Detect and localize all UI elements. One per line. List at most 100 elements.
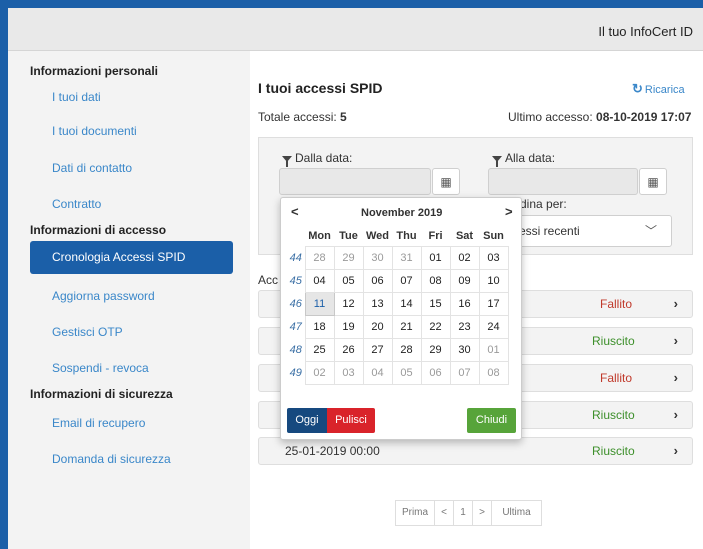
day-cell[interactable]: 06 [420, 360, 451, 385]
week-row: 48 25 26 27 28 29 30 01 [287, 337, 509, 362]
week-row: 49 02 03 04 05 06 07 08 [287, 360, 509, 385]
day-cell[interactable]: 01 [420, 245, 451, 270]
day-cell[interactable]: 22 [420, 314, 451, 339]
sidebar-item-domanda[interactable]: Domanda di sicurezza [52, 452, 171, 466]
sidebar-section-sicurezza: Informazioni di sicurezza [30, 387, 173, 401]
pager-page[interactable]: 1 [453, 500, 473, 526]
alla-data-label: Alla data: [492, 151, 555, 167]
day-cell[interactable]: 13 [362, 291, 393, 316]
day-cell[interactable]: 30 [362, 245, 393, 270]
day-cell[interactable]: 01 [478, 337, 509, 362]
day-cell[interactable]: 04 [304, 268, 335, 293]
day-cell[interactable]: 31 [391, 245, 422, 270]
chevron-right-icon: › [673, 370, 678, 385]
day-cell[interactable]: 05 [391, 360, 422, 385]
day-cell[interactable]: 17 [478, 291, 509, 316]
sidebar-item-email-recupero[interactable]: Email di recupero [52, 416, 145, 430]
day-cell[interactable]: 07 [449, 360, 480, 385]
day-cell[interactable]: 29 [420, 337, 451, 362]
app-header: Il tuo InfoCert ID [8, 8, 703, 51]
pager-next[interactable]: > [472, 500, 492, 526]
week-number: 48 [289, 343, 302, 356]
day-cell[interactable]: 26 [333, 337, 364, 362]
reload-button[interactable]: ↻ Ricarica [632, 81, 685, 97]
day-cell[interactable]: 20 [362, 314, 393, 339]
day-cell[interactable]: 25 [304, 337, 335, 362]
dalla-data-text: Dalla data: [295, 151, 353, 165]
datepicker-grid: Mon Tue Wed Thu Fri Sat Sun 44 28 29 30 … [287, 226, 509, 385]
day-cell[interactable]: 09 [449, 268, 480, 293]
top-accent-bar [0, 0, 703, 8]
datepicker-popup: < November 2019 > Mon Tue Wed Thu Fri Sa… [280, 197, 522, 440]
day-cell[interactable]: 19 [333, 314, 364, 339]
access-status: Riuscito [592, 444, 635, 458]
day-cell[interactable]: 23 [449, 314, 480, 339]
day-cell[interactable]: 18 [304, 314, 335, 339]
day-cell[interactable]: 15 [420, 291, 451, 316]
day-cell[interactable]: 04 [362, 360, 393, 385]
datepicker-prev-icon[interactable]: < [291, 204, 299, 219]
pager-first[interactable]: Prima [395, 500, 435, 526]
day-cell[interactable]: 08 [420, 268, 451, 293]
day-cell[interactable]: 02 [449, 245, 480, 270]
sidebar-item-sospendi[interactable]: Sospendi - revoca [52, 361, 149, 375]
day-cell[interactable]: 06 [362, 268, 393, 293]
day-cell[interactable]: 07 [391, 268, 422, 293]
ultimo-accesso: Ultimo accesso: 08-10-2019 17:07 [508, 110, 691, 124]
datepicker-title[interactable]: November 2019 [361, 207, 442, 219]
today-button[interactable]: Oggi [287, 408, 327, 433]
access-status: Riuscito [592, 334, 635, 348]
week-row: 46 11 12 13 14 15 16 17 [287, 291, 509, 316]
access-status: Riuscito [592, 408, 635, 422]
clear-button[interactable]: Pulisci [327, 408, 375, 433]
day-cell[interactable]: 16 [449, 291, 480, 316]
day-cell[interactable]: 27 [362, 337, 393, 362]
day-cell[interactable]: 02 [304, 360, 335, 385]
sidebar-item-dati[interactable]: I tuoi dati [52, 90, 101, 104]
weekday: Wed [365, 229, 390, 242]
alla-data-input[interactable] [488, 168, 638, 195]
day-cell[interactable]: 12 [333, 291, 364, 316]
week-number: 44 [289, 251, 302, 264]
day-cell[interactable]: 03 [478, 245, 509, 270]
ordina-label: dina per: [520, 197, 567, 211]
week-row: 45 04 05 06 07 08 09 10 [287, 268, 509, 293]
sidebar-item-contatto[interactable]: Dati di contatto [52, 161, 132, 175]
sidebar-item-otp[interactable]: Gestisci OTP [52, 325, 123, 339]
datepicker-header: < November 2019 > [281, 198, 521, 228]
day-cell[interactable]: 30 [449, 337, 480, 362]
access-row[interactable]: 25-01-2019 00:00 Riuscito › [258, 437, 693, 465]
day-cell[interactable]: 28 [304, 245, 335, 270]
access-status: Fallito [600, 297, 633, 311]
chevron-right-icon: › [673, 333, 678, 348]
datepicker-next-icon[interactable]: > [505, 204, 513, 219]
accessi-label: Acc [258, 273, 279, 287]
sidebar-item-contratto[interactable]: Contratto [52, 197, 101, 211]
close-button[interactable]: Chiudi [467, 408, 516, 433]
day-cell[interactable]: 08 [478, 360, 509, 385]
day-cell[interactable]: 03 [333, 360, 364, 385]
dalla-data-input[interactable] [279, 168, 431, 195]
pager-last[interactable]: Ultima [491, 500, 542, 526]
refresh-icon: ↻ [632, 81, 643, 96]
day-cell[interactable]: 24 [478, 314, 509, 339]
sidebar-section-accesso: Informazioni di accesso [30, 223, 167, 237]
day-cell[interactable]: 28 [391, 337, 422, 362]
pager-prev[interactable]: < [434, 500, 454, 526]
sidebar-item-cronologia[interactable]: Cronologia Accessi SPID [30, 241, 233, 274]
day-cell[interactable]: 14 [391, 291, 422, 316]
ordina-value: essi recenti [519, 224, 580, 238]
day-cell-today[interactable]: 11 [304, 291, 335, 316]
week-number: 46 [289, 297, 302, 310]
sidebar-item-documenti[interactable]: I tuoi documenti [52, 124, 137, 138]
calendar-icon[interactable]: ▦ [639, 168, 667, 195]
day-cell[interactable]: 29 [333, 245, 364, 270]
calendar-icon[interactable]: ▦ [432, 168, 460, 195]
ultimo-value: 08-10-2019 17:07 [596, 110, 692, 124]
day-cell[interactable]: 10 [478, 268, 509, 293]
day-cell[interactable]: 05 [333, 268, 364, 293]
chevron-right-icon: › [673, 407, 678, 422]
totale-accessi: Totale accessi: 5 [258, 110, 347, 124]
day-cell[interactable]: 21 [391, 314, 422, 339]
sidebar-item-password[interactable]: Aggiorna password [52, 289, 155, 303]
